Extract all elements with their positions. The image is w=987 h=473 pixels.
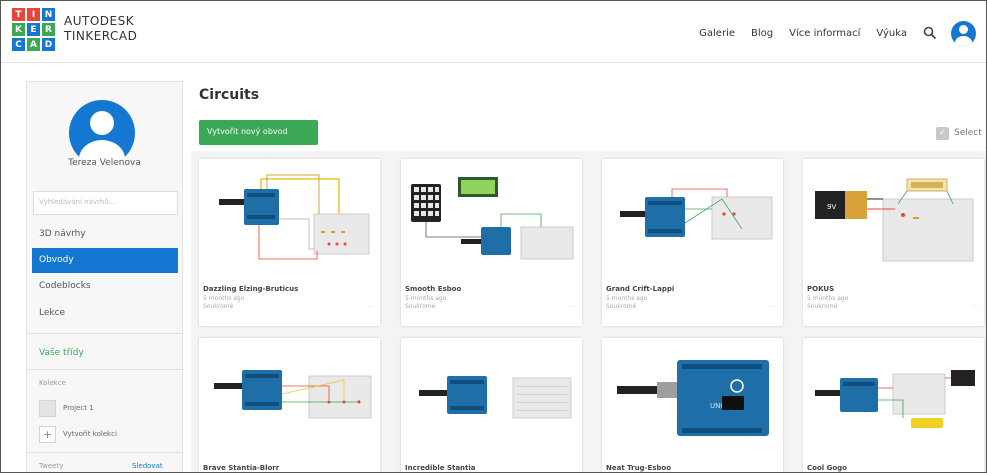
nav-link-blog[interactable]: Blog: [751, 28, 773, 39]
circuit-thumbnail: [214, 370, 372, 419]
profile-username[interactable]: Tereza Velenova: [27, 158, 182, 168]
design-card[interactable]: Incredible Stantia: [401, 338, 582, 472]
design-card[interactable]: Dazzling Elzing-Bruticus 5 months ago So…: [199, 159, 380, 326]
brand-name[interactable]: AUTODESK TINKERCAD: [64, 14, 137, 43]
search-icon[interactable]: [923, 26, 937, 40]
circuit-thumbnail: [219, 174, 370, 260]
design-privacy: Soukromé: [606, 303, 637, 310]
collection-thumb: [39, 400, 56, 417]
design-date: 5 months ago: [807, 295, 849, 302]
design-card[interactable]: Brave Stantia-Blorr: [199, 338, 380, 472]
sidebar: Tereza Velenova Vyhledávání návrhů... 3D…: [26, 81, 183, 472]
design-privacy: Soukromé: [203, 303, 234, 310]
design-name: Incredible Stantia: [405, 464, 476, 472]
user-avatar-icon[interactable]: [951, 20, 976, 46]
circuit-thumbnail: [411, 177, 574, 260]
select-toggle[interactable]: ✓ Select: [936, 126, 982, 140]
design-name: Smooth Esboo: [405, 285, 462, 293]
design-card[interactable]: 9V POKUS 5 months ago Soukromé ⋯: [803, 159, 984, 326]
tinkercad-logo[interactable]: T I N K E R C A D: [12, 8, 57, 53]
plus-icon: +: [39, 426, 56, 443]
new-circuit-button[interactable]: Vytvořit nový obvod: [199, 120, 318, 145]
tweets-heading: Tweety: [39, 462, 64, 470]
logo-letter: A: [27, 38, 40, 51]
design-name: Neat Trug-Esboo: [606, 464, 672, 472]
nav-link-info[interactable]: Více informací: [789, 28, 860, 39]
design-card[interactable]: Smooth Esboo 5 months ago Soukromé ⋯: [401, 159, 582, 326]
design-privacy: Soukromé: [807, 303, 838, 310]
brand-line-autodesk: AUTODESK: [64, 14, 135, 28]
more-options-icon[interactable]: ⋯: [971, 303, 977, 310]
design-name: Grand Crift-Lappi: [606, 285, 675, 293]
nav-link-vyuka[interactable]: Výuka: [876, 28, 907, 39]
logo-letter: K: [12, 23, 25, 36]
design-name: POKUS: [807, 285, 835, 293]
more-options-icon[interactable]: ⋯: [367, 303, 373, 310]
design-name: Dazzling Elzing-Bruticus: [203, 285, 299, 293]
page-title: Circuits: [199, 87, 260, 103]
nav-link-galerie[interactable]: Galerie: [699, 28, 735, 39]
sidebar-divider: [27, 333, 182, 334]
sidebar-classes-link[interactable]: Vaše třídy: [39, 348, 84, 358]
design-date: 5 months ago: [405, 295, 447, 302]
design-search-input[interactable]: Vyhledávání návrhů...: [33, 191, 178, 215]
profile-avatar-icon[interactable]: [69, 100, 135, 166]
logo-letter: E: [27, 23, 40, 36]
design-date: 5 months ago: [606, 295, 648, 302]
more-options-icon[interactable]: ⋯: [569, 303, 575, 310]
sidebar-item-3d-designs[interactable]: 3D návrhy: [32, 222, 178, 247]
logo-letter: N: [42, 8, 55, 21]
checkbox-icon[interactable]: ✓: [936, 126, 949, 140]
design-card[interactable]: UNO Neat Trug-Esboo: [602, 338, 783, 472]
sidebar-divider: [27, 369, 182, 370]
design-name: Cool Gogo: [807, 464, 847, 472]
sidebar-item-lessons[interactable]: Lekce: [32, 301, 178, 326]
select-label: Select: [954, 128, 982, 138]
more-options-icon[interactable]: ⋯: [770, 303, 776, 310]
design-date: 5 months ago: [203, 295, 245, 302]
design-privacy: Soukromé: [405, 303, 436, 310]
sidebar-divider: [27, 452, 182, 453]
circuit-thumbnail: [419, 376, 572, 419]
new-collection-button[interactable]: + Vytvořit kolekci: [39, 426, 169, 444]
brand-line-tinkercad: TINKERCAD: [64, 29, 138, 43]
logo-letter: D: [42, 38, 55, 51]
follow-link[interactable]: Sledovat: [132, 462, 163, 470]
logo-letter: I: [27, 8, 40, 21]
circuit-thumbnail: 9V: [815, 178, 974, 262]
logo-letter: R: [42, 23, 55, 36]
sidebar-item-codeblocks[interactable]: Codeblocks: [32, 274, 178, 299]
collection-label: Project 1: [63, 404, 94, 412]
app-window: T I N K E R C A D AUTODESK TINKERCAD Gal…: [0, 0, 987, 473]
collections-heading: Kolekce: [39, 379, 66, 387]
circuit-thumbnail: [815, 370, 975, 428]
collection-item[interactable]: Project 1: [39, 400, 169, 418]
design-card[interactable]: Cool Gogo: [803, 338, 984, 472]
top-header: T I N K E R C A D AUTODESK TINKERCAD Gal…: [1, 1, 986, 63]
circuit-thumbnail: [620, 188, 773, 240]
circuit-thumbnail: UNO: [617, 360, 769, 436]
sidebar-item-circuits[interactable]: Obvody: [32, 248, 178, 273]
design-card[interactable]: Grand Crift-Lappi 5 months ago Soukromé …: [602, 159, 783, 326]
logo-letter: T: [12, 8, 25, 21]
new-collection-label: Vytvořit kolekci: [63, 430, 117, 438]
top-nav: Galerie Blog Více informací Výuka: [683, 19, 976, 47]
svg-text:9V: 9V: [827, 203, 836, 211]
logo-letter: C: [12, 38, 25, 51]
design-name: Brave Stantia-Blorr: [203, 464, 280, 472]
